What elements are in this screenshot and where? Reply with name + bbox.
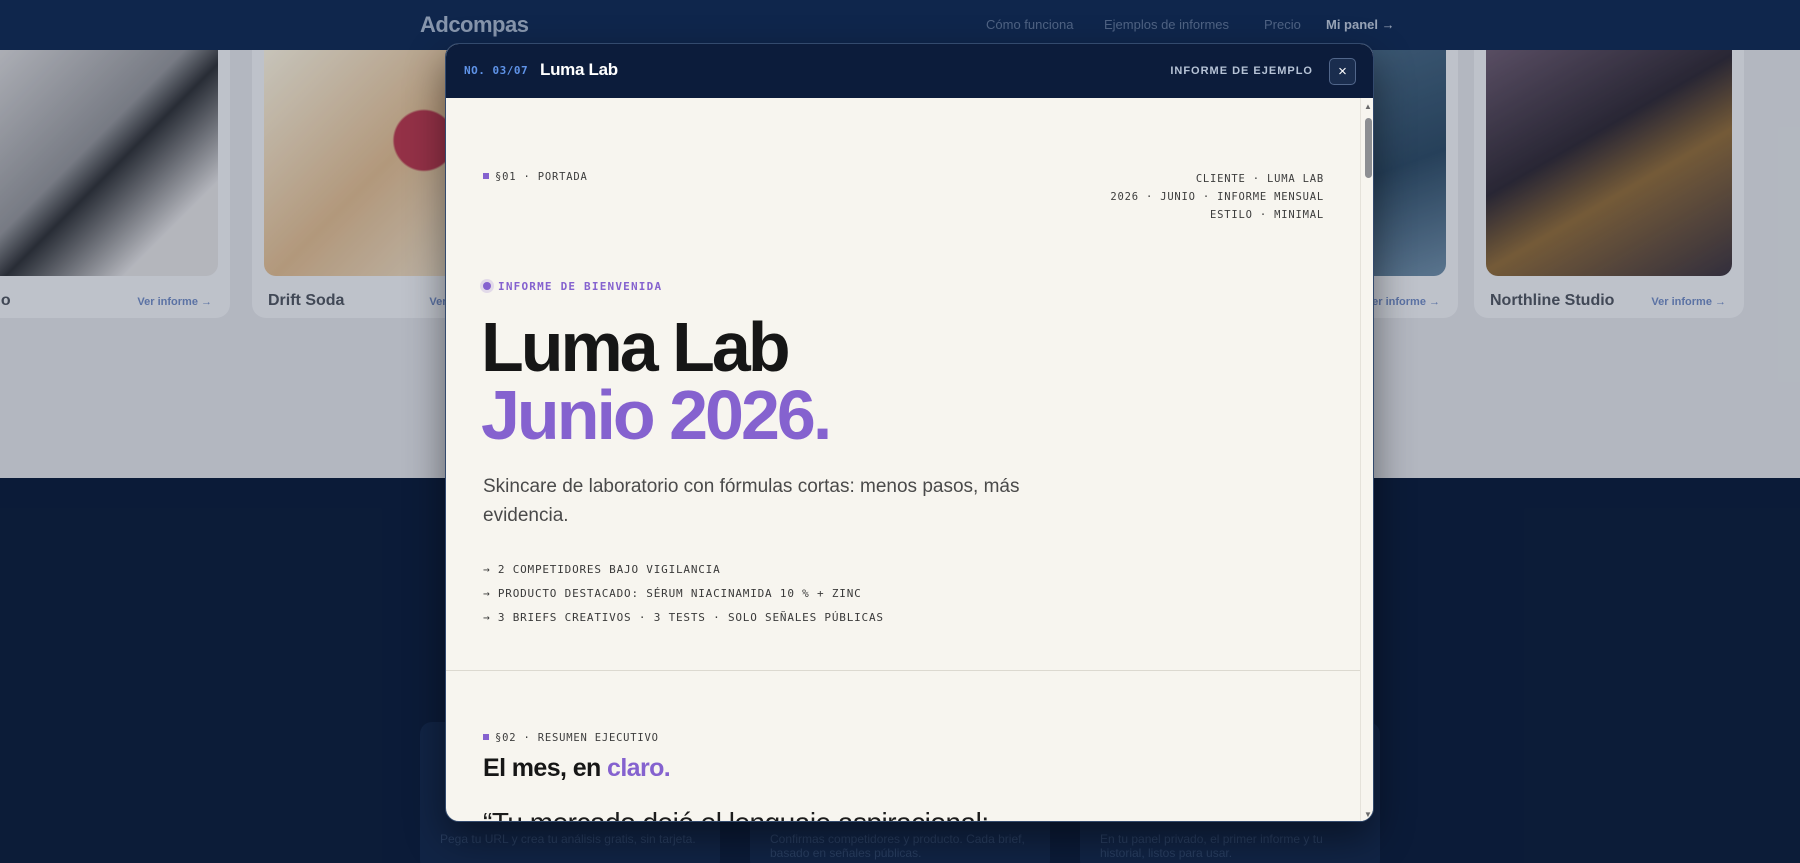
close-button[interactable]: × — [1329, 58, 1356, 85]
highlight-item: → 3 BRIEFS CREATIVOS · 3 TESTS · SOLO SE… — [483, 611, 884, 624]
hero-date: Junio 2026. — [481, 376, 832, 454]
close-icon: × — [1338, 63, 1347, 80]
section-label-summary: §02 · RESUMEN EJECUTIVO — [483, 732, 659, 744]
sample-report-label: INFORME DE EJEMPLO — [1170, 65, 1313, 77]
report-meta: CLIENTE · LUMA LAB 2026 · JUNIO · INFORM… — [1110, 170, 1324, 224]
report-modal: NO. 03/07 Luma Lab INFORME DE EJEMPLO × … — [445, 43, 1374, 822]
meta-period: 2026 · JUNIO · INFORME MENSUAL — [1110, 191, 1324, 203]
highlight-item: → 2 COMPETIDORES BAJO VIGILANCIA — [483, 563, 721, 576]
hero-title: Luma Lab — [481, 308, 791, 386]
section-label-cover: §01 · PORTADA — [483, 171, 588, 183]
dot-icon — [483, 282, 491, 290]
modal-title: Luma Lab — [540, 60, 618, 79]
meta-client: CLIENTE · LUMA LAB — [1195, 173, 1324, 185]
section-divider — [446, 670, 1360, 671]
hero-subtitle: Skincare de laboratorio con fórmulas cor… — [483, 476, 1020, 526]
meta-style: ESTILO · MINIMAL — [1210, 209, 1324, 221]
highlights-list: → 2 COMPETIDORES BAJO VIGILANCIA → PRODU… — [483, 558, 884, 630]
modal-header: NO. 03/07 Luma Lab INFORME DE EJEMPLO × — [446, 44, 1373, 98]
summary-quote: “Tu mercado dejó el lenguaje aspiraciona… — [483, 804, 1003, 821]
report-number: NO. 03/07 — [464, 64, 529, 77]
summary-title: El mes, en claro. — [483, 754, 671, 782]
square-icon — [483, 173, 489, 179]
scrollbar-thumb[interactable] — [1365, 118, 1372, 178]
welcome-tag: INFORME DE BIENVENIDA — [483, 280, 662, 293]
scroll-down-icon[interactable]: ▼ — [1364, 810, 1372, 819]
highlight-item: → PRODUCTO DESTACADO: SÉRUM NIACINAMIDA … — [483, 587, 862, 600]
modal-scrollbar[interactable]: ▲ ▼ — [1360, 98, 1373, 821]
report-content[interactable]: §01 · PORTADA CLIENTE · LUMA LAB 2026 · … — [446, 98, 1360, 821]
square-icon — [483, 734, 489, 740]
scroll-up-icon[interactable]: ▲ — [1364, 102, 1372, 111]
